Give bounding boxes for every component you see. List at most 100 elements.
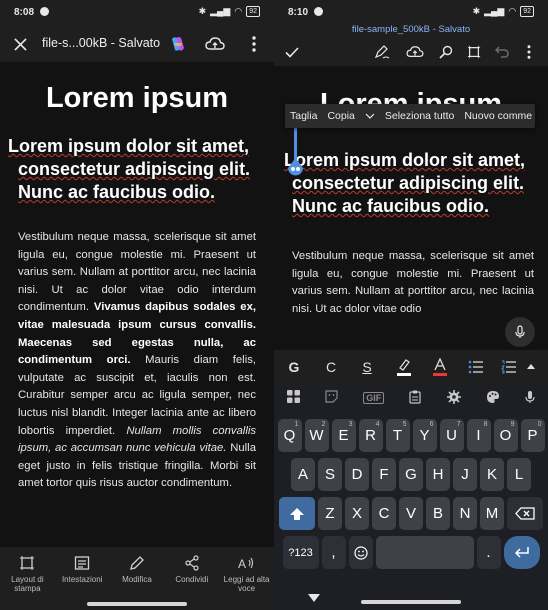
numbers-symbols-key[interactable]: ?123 [282, 536, 319, 569]
key-x[interactable]: X [345, 497, 369, 530]
microphone-icon[interactable] [525, 390, 535, 407]
expand-toolbar-button[interactable] [524, 352, 538, 382]
key-k[interactable]: K [480, 458, 504, 491]
key-e[interactable]: E3 [331, 419, 356, 452]
close-button[interactable] [8, 32, 32, 56]
more-options-button[interactable] [517, 40, 541, 64]
print-layout-button[interactable]: Layout di stampa [0, 547, 55, 610]
period-key[interactable]: . [476, 536, 501, 569]
edit-button[interactable]: Modifica [110, 547, 165, 610]
key-hint: 0 [537, 421, 542, 428]
sticker-icon[interactable] [325, 390, 338, 406]
share-icon [184, 555, 200, 575]
document-area[interactable]: Lorem ipsum Lorem ipsum dolor sit amet, … [0, 62, 274, 547]
gesture-nav-bar[interactable] [361, 600, 461, 604]
key-i[interactable]: I8 [466, 419, 491, 452]
key-r[interactable]: R4 [358, 419, 383, 452]
bluetooth-icon: ✱ [198, 6, 207, 16]
key-z[interactable]: Z [318, 497, 342, 530]
key-l[interactable]: L [507, 458, 531, 491]
key-m[interactable]: M [480, 497, 504, 530]
font-color-button[interactable] [422, 352, 458, 382]
key-o[interactable]: O9 [493, 419, 518, 452]
keyboard-row-2: ASDFGHJKL [274, 458, 548, 491]
key-a[interactable]: A [291, 458, 315, 491]
gesture-nav-bar[interactable] [87, 602, 187, 606]
keyboard-toolbar: GIF [274, 383, 548, 413]
hide-keyboard-icon[interactable] [308, 594, 320, 602]
headings-button[interactable]: Intestazioni [55, 547, 110, 610]
key-s[interactable]: S [318, 458, 342, 491]
italic-button[interactable]: C [314, 359, 348, 375]
pen-icon [374, 45, 390, 59]
cloud-upload-button[interactable] [403, 40, 427, 64]
copy-menu-item[interactable]: Copia [322, 110, 359, 122]
pen-button[interactable] [370, 40, 394, 64]
key-q[interactable]: Q1 [277, 419, 302, 452]
apps-grid-icon[interactable] [286, 390, 300, 406]
search-button[interactable] [434, 40, 458, 64]
shift-key[interactable] [279, 497, 315, 530]
highlight-button[interactable] [386, 352, 422, 382]
key-f[interactable]: F [372, 458, 396, 491]
key-hint: 8 [483, 421, 488, 428]
space-bar[interactable] [375, 536, 474, 569]
bold-button[interactable]: G [274, 359, 314, 375]
font-color-icon [433, 357, 447, 376]
numbered-list-button[interactable] [494, 352, 524, 382]
dictation-button[interactable] [505, 317, 535, 347]
strikethrough-button[interactable]: S [348, 359, 386, 375]
status-time: 8:10 [288, 7, 309, 18]
key-hint: 2 [321, 421, 326, 428]
enter-key[interactable] [503, 536, 540, 569]
key-y[interactable]: Y6 [412, 419, 437, 452]
selection-handle-icon[interactable] [285, 128, 307, 180]
keyboard-row-3: ZXCVBNM [274, 497, 548, 530]
cloud-upload-icon [205, 37, 225, 50]
key-d[interactable]: D [345, 458, 369, 491]
done-button[interactable] [280, 40, 304, 64]
key-w[interactable]: W2 [304, 419, 329, 452]
share-button[interactable]: Condividi [164, 547, 219, 610]
on-screen-keyboard: GIF Q1W2E3R4T5Y6U7I8O9P0 ASDFGHJKL ZXCVB… [274, 383, 548, 610]
more-options-button[interactable] [242, 32, 266, 56]
more-menu-dropdown[interactable] [360, 110, 380, 122]
status-time: 8:08 [14, 7, 35, 18]
edit-toolbar [274, 38, 548, 66]
new-comment-menu-item[interactable]: Nuovo comme [459, 110, 535, 122]
key-u[interactable]: U7 [439, 419, 464, 452]
battery-icon: 92 [246, 6, 260, 17]
clipboard-icon[interactable] [409, 390, 422, 407]
copilot-button[interactable] [166, 32, 190, 56]
undo-button[interactable] [490, 40, 514, 64]
print-layout-button[interactable] [462, 40, 486, 64]
comma-key[interactable]: , [321, 536, 346, 569]
settings-gear-icon[interactable] [446, 389, 461, 407]
key-h[interactable]: H [426, 458, 450, 491]
key-b[interactable]: B [426, 497, 450, 530]
keyboard-row-4: ?123 , . [274, 536, 548, 569]
key-hint: 5 [402, 421, 407, 428]
document-title[interactable]: file-s...00kB - Salvato [42, 36, 160, 50]
backspace-key[interactable] [507, 497, 543, 530]
document-title: file-sample_500kB - Salvato [351, 24, 471, 35]
bullet-list-button[interactable] [458, 352, 494, 382]
key-n[interactable]: N [453, 497, 477, 530]
key-g[interactable]: G [399, 458, 423, 491]
gif-button[interactable]: GIF [363, 392, 385, 404]
key-v[interactable]: V [399, 497, 423, 530]
letter-keys-row-3: ZXCVBNM [318, 497, 504, 530]
cloud-upload-button[interactable] [203, 32, 227, 56]
select-all-menu-item[interactable]: Seleziona tutto [380, 110, 459, 122]
key-j[interactable]: J [453, 458, 477, 491]
key-hint: 3 [348, 421, 353, 428]
theme-palette-icon[interactable] [486, 390, 500, 407]
read-aloud-button[interactable]: A Leggi ad alta voce [219, 547, 274, 610]
emoji-key[interactable] [348, 536, 373, 569]
key-t[interactable]: T5 [385, 419, 410, 452]
key-p[interactable]: P0 [520, 419, 545, 452]
cut-menu-item[interactable]: Taglia [285, 110, 322, 122]
microphone-icon [515, 325, 525, 338]
wifi-icon: ◠ [508, 6, 517, 16]
key-c[interactable]: C [372, 497, 396, 530]
